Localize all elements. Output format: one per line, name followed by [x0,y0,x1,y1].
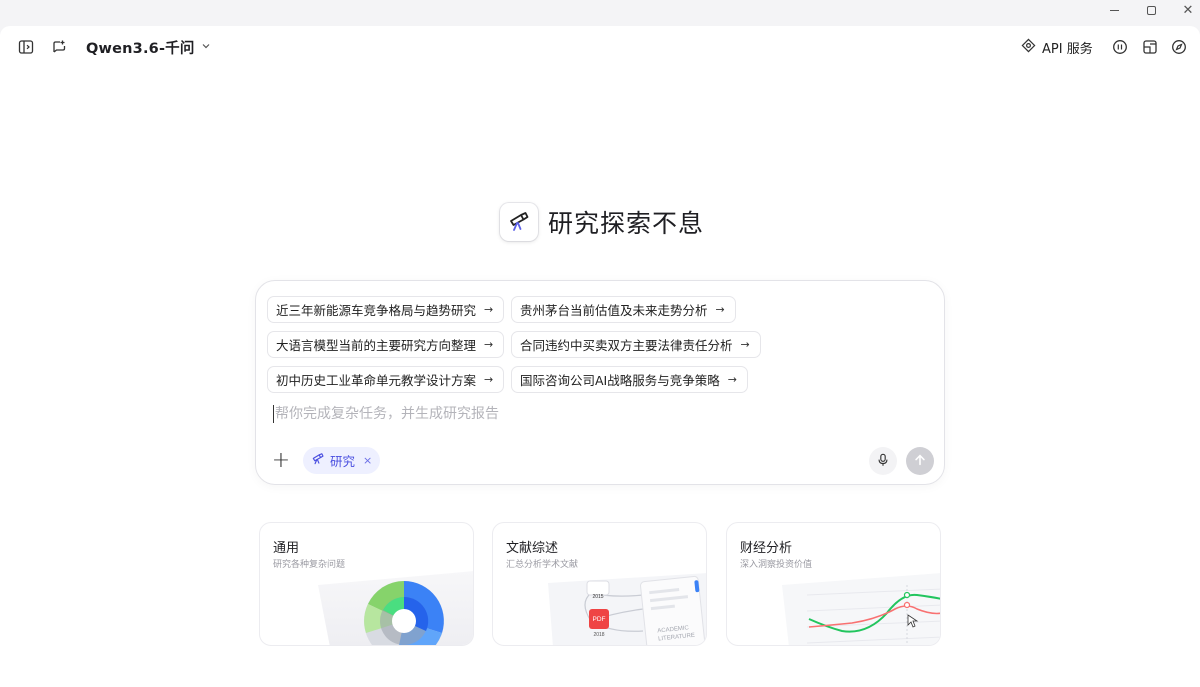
model-selector[interactable]: Qwen3.6-千问 [86,37,211,57]
research-mode-tag[interactable]: 研究 × [303,447,381,474]
history-icon[interactable] [1111,38,1129,56]
layout-icon[interactable] [1141,38,1159,56]
art-label: 2018 [593,632,604,638]
suggestion-label: 近三年新能源车竞争格局与趋势研究 [276,303,477,318]
microphone-icon [876,452,890,471]
telescope-icon [500,203,538,241]
maximize-icon [1146,5,1156,15]
suggestion-chip[interactable]: 近三年新能源车竞争格局与趋势研究 → [267,296,505,323]
suggestion-chip[interactable]: 国际咨询公司AI战略服务与竞争策略 → [511,366,748,393]
suggestion-chip[interactable]: 大语言模型当前的主要研究方向整理 → [267,331,505,358]
art-label: PDF [593,616,606,623]
sidebar-toggle-icon[interactable] [17,38,35,56]
card-financial-analysis[interactable]: 财经分析 深入洞察投资价值 [726,522,941,646]
chevron-down-icon [201,39,211,55]
prompt-composer: 近三年新能源车竞争格局与趋势研究 → 贵州茅台当前估值及未来走势分析 → 大语言… [255,280,945,485]
title-bar: ✕ [0,0,1200,26]
arrow-up-icon [913,452,927,471]
suggestion-label: 国际咨询公司AI战略服务与竞争策略 [520,373,720,388]
card-literature-review[interactable]: PDF 2015 2018 ACADEMIC LITERATURE 文献综述 汇… [492,522,707,646]
suggestion-chip[interactable]: 合同违约中买卖双方主要法律责任分析 → [511,331,761,358]
suggestion-label: 初中历史工业革命单元教学设计方案 [276,373,477,388]
api-icon [1021,38,1036,57]
prompt-input[interactable]: 帮你完成复杂任务，并生成研究报告 [273,405,499,423]
card-title: 文献综述 [506,541,559,556]
minimize-icon [1109,9,1119,11]
api-service-label: API 服务 [1042,41,1093,57]
arrow-right-icon: → [484,338,494,351]
close-icon: ✕ [1182,2,1194,18]
arrow-right-icon: → [715,303,725,316]
arrow-right-icon: → [740,338,750,351]
mode-tag-label: 研究 [330,454,356,469]
arrow-right-icon: → [727,373,737,386]
arrow-right-icon: → [484,303,494,316]
art-label: 2015 [592,594,603,600]
api-service-button[interactable]: API 服务 [1021,37,1093,57]
card-subtitle: 研究各种复杂问题 [273,560,346,570]
card-subtitle: 汇总分析学术文献 [506,560,579,570]
card-subtitle: 深入洞察投资价值 [740,560,813,570]
hero-heading: 研究探索不息 [500,202,704,242]
suggestion-label: 合同违约中买卖双方主要法律责任分析 [520,338,733,353]
maximize-button[interactable] [1133,0,1169,20]
suggestion-chip[interactable]: 贵州茅台当前估值及未来走势分析 → [511,296,736,323]
model-name: Qwen3.6-千问 [86,40,195,57]
suggestion-label: 大语言模型当前的主要研究方向整理 [276,338,477,353]
explore-icon[interactable] [1170,38,1188,56]
plus-icon: + [271,447,291,473]
app-window: Qwen3.6-千问 API 服务 研究探索不息 近三年新能源车竞争格局与趋势研… [0,26,1200,687]
send-button[interactable] [906,447,934,475]
hero-title: 研究探索不息 [548,209,705,238]
minimize-button[interactable] [1096,0,1132,20]
voice-input-button[interactable] [869,447,897,475]
remove-mode-icon[interactable]: × [363,454,372,467]
add-attachment-button[interactable]: + [270,447,292,473]
card-title: 财经分析 [740,541,793,556]
card-title: 通用 [273,541,300,556]
suggestion-label: 贵州茅台当前估值及未来走势分析 [520,303,708,318]
card-general[interactable]: 通用 研究各种复杂问题 [259,522,474,646]
arrow-right-icon: → [484,373,494,386]
telescope-icon [311,452,325,469]
close-window-button[interactable]: ✕ [1170,0,1200,20]
suggestion-chip[interactable]: 初中历史工业革命单元教学设计方案 → [267,366,505,393]
new-chat-icon[interactable] [50,38,68,56]
